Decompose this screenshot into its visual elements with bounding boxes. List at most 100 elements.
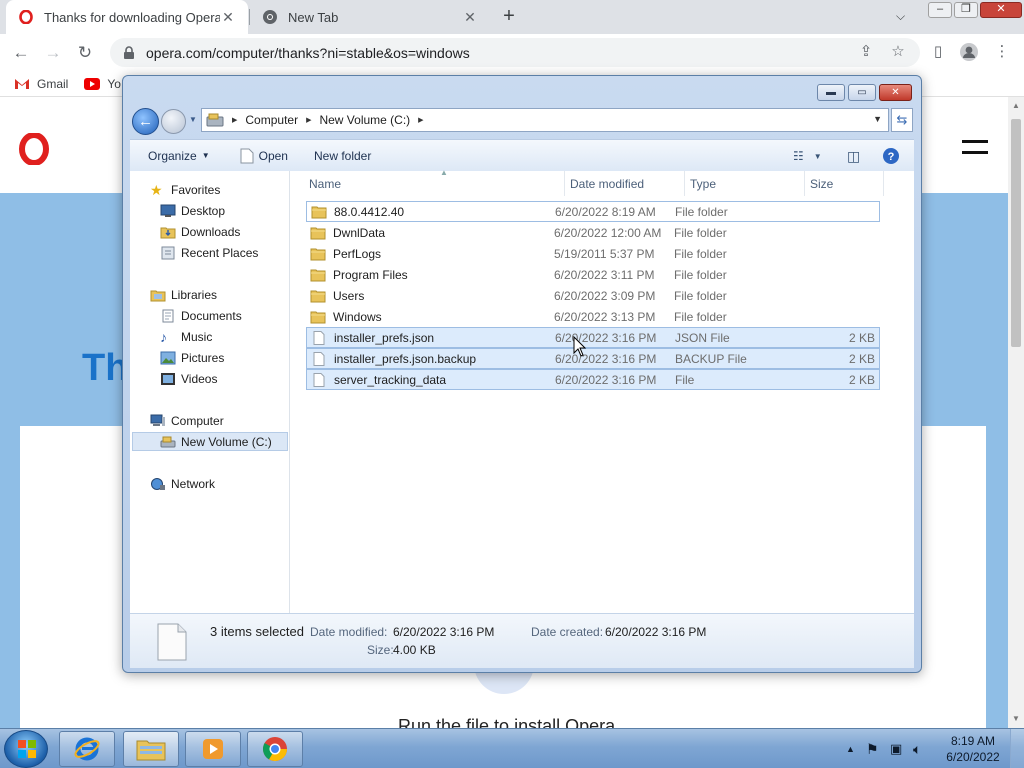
- new-tab-button[interactable]: +: [498, 6, 520, 28]
- new-folder-button[interactable]: New folder: [308, 149, 377, 163]
- folder-row[interactable]: Users 6/20/2022 3:09 PM File folder: [306, 285, 880, 306]
- breadcrumb-separator-icon[interactable]: ▶: [418, 116, 423, 124]
- nav-documents[interactable]: Documents: [160, 306, 242, 325]
- chevron-down-icon: ▼: [201, 151, 210, 160]
- column-label: Size: [810, 176, 834, 191]
- breadcrumb-separator-icon[interactable]: ▶: [232, 116, 237, 124]
- taskbar-internet-explorer[interactable]: [59, 731, 115, 767]
- nav-music[interactable]: ♪ Music: [160, 327, 212, 346]
- recent-pages-dropdown-icon[interactable]: ▼: [189, 115, 197, 124]
- bookmark-youtube[interactable]: Yo: [84, 77, 121, 91]
- tab-new-tab[interactable]: New Tab ✕: [250, 0, 490, 34]
- scrollbar-thumb[interactable]: [1011, 119, 1021, 347]
- start-button[interactable]: [4, 730, 48, 768]
- nav-favorites[interactable]: ★ Favorites: [150, 180, 220, 199]
- nav-recent-places[interactable]: Recent Places: [160, 243, 258, 262]
- column-header-size[interactable]: Size: [804, 171, 884, 196]
- volume-muted-icon[interactable]: 🔈︎: [913, 729, 921, 768]
- organize-button[interactable]: Organize ▼: [142, 149, 216, 163]
- close-tab-icon[interactable]: ✕: [220, 9, 236, 26]
- bookmark-star-icon[interactable]: ☆: [888, 42, 908, 62]
- show-hidden-icons-arrow-icon[interactable]: ▲: [846, 729, 855, 768]
- breadcrumb-new-volume[interactable]: New Volume (C:): [319, 113, 410, 127]
- taskbar-media-player[interactable]: [185, 731, 241, 767]
- action-center-flag-icon[interactable]: ⚑: [866, 729, 879, 768]
- nav-desktop[interactable]: Desktop: [160, 201, 225, 220]
- explorer-window: ▬ ▭ ✕ ← ▼ ▶ Computer ▶ New Volume (C:) ▶…: [122, 75, 922, 673]
- share-icon[interactable]: ⇪: [856, 42, 876, 62]
- profile-avatar-icon[interactable]: [959, 42, 979, 62]
- date-modified-cell: 6/20/2022 3:13 PM: [554, 309, 656, 324]
- nav-new-volume-c[interactable]: New Volume (C:): [132, 432, 288, 451]
- gmail-icon: [15, 78, 29, 89]
- selection-count: 3 items selected: [210, 624, 304, 639]
- breadcrumb-computer[interactable]: Computer: [245, 113, 298, 127]
- explorer-close-button[interactable]: ✕: [879, 84, 912, 101]
- folder-row[interactable]: Program Files 6/20/2022 3:11 PM File folde…: [306, 264, 880, 285]
- taskbar-chrome[interactable]: [247, 731, 303, 767]
- side-panel-icon[interactable]: ▯: [928, 42, 948, 62]
- tab-search-chevron-icon[interactable]: ⌵: [896, 9, 905, 24]
- preview-pane-icon[interactable]: ◫: [847, 146, 860, 166]
- reload-icon[interactable]: ↻: [72, 40, 98, 66]
- refresh-icon[interactable]: ⇆: [891, 108, 913, 132]
- nav-videos[interactable]: Videos: [160, 369, 217, 388]
- network-status-icon[interactable]: ▣: [890, 729, 902, 768]
- file-row[interactable]: installer_prefs.json.backup 6/20/2022 3:1…: [306, 348, 880, 369]
- file-name: Windows: [333, 309, 382, 324]
- nav-libraries[interactable]: Libraries: [150, 285, 217, 304]
- address-bar[interactable]: opera.com/computer/thanks?ni=stable&os=w…: [110, 38, 920, 67]
- menu-kebab-icon[interactable]: ⋮: [992, 42, 1012, 62]
- folder-row[interactable]: Windows 6/20/2022 3:13 PM File folder: [306, 306, 880, 327]
- explorer-minimize-button[interactable]: ▬: [817, 84, 845, 101]
- minimize-window-button[interactable]: –: [928, 2, 952, 18]
- nav-computer[interactable]: Computer: [150, 411, 224, 430]
- explorer-maximize-button[interactable]: ▭: [848, 84, 876, 101]
- nav-network[interactable]: Network: [150, 474, 215, 493]
- tab-opera-thanks[interactable]: Thanks for downloading Opera ✕: [6, 0, 248, 34]
- bookmark-gmail[interactable]: Gmail: [14, 77, 68, 91]
- size-cell: 2 KB: [848, 372, 875, 387]
- taskbar-clock[interactable]: 8:19 AM 6/20/2022: [942, 733, 1004, 765]
- restore-window-button[interactable]: ❐: [954, 2, 978, 18]
- opera-logo-icon[interactable]: [18, 133, 50, 165]
- forward-button[interactable]: [161, 109, 186, 134]
- show-desktop-button[interactable]: [1010, 729, 1024, 768]
- nav-downloads[interactable]: Downloads: [160, 222, 240, 241]
- open-label: Open: [258, 148, 288, 163]
- folder-icon: [310, 226, 333, 240]
- close-window-button[interactable]: ✕: [980, 2, 1022, 18]
- back-button[interactable]: ←: [132, 108, 159, 135]
- clock-time: 8:19 AM: [950, 734, 996, 748]
- nav-label: Libraries: [171, 287, 218, 302]
- hamburger-menu-icon[interactable]: [962, 140, 988, 162]
- media-player-icon: [203, 739, 223, 759]
- size-cell: 2 KB: [848, 330, 875, 345]
- folder-row[interactable]: PerfLogs 5/19/2011 5:37 PM File folder: [306, 243, 880, 264]
- folder-row[interactable]: 88.0.4412.40 6/20/2022 8:19 AM File folder: [306, 201, 880, 222]
- column-header-date-modified[interactable]: Date modified: [564, 171, 685, 196]
- forward-arrow-icon[interactable]: →: [40, 40, 66, 66]
- nav-label: Desktop: [181, 203, 226, 218]
- breadcrumb-separator-icon[interactable]: ▶: [306, 116, 311, 124]
- folder-row[interactable]: DwnlData 6/20/2022 12:00 AM File folder: [306, 222, 880, 243]
- nav-label: Videos: [181, 371, 218, 386]
- help-icon[interactable]: ?: [882, 146, 900, 166]
- scroll-up-arrow-icon[interactable]: ▲: [1012, 101, 1020, 110]
- close-tab-icon[interactable]: ✕: [462, 9, 478, 26]
- open-button[interactable]: Open: [234, 148, 294, 164]
- file-row[interactable]: installer_prefs.json 6/20/2022 3:16 PM JSO…: [306, 327, 880, 348]
- videos-icon: [161, 372, 175, 385]
- file-row[interactable]: server_tracking_data 6/20/2022 3:16 PM Fil…: [306, 369, 880, 390]
- column-header-type[interactable]: Type: [684, 171, 805, 196]
- view-options-icon[interactable]: ☷ ▼: [793, 146, 822, 166]
- back-arrow-icon[interactable]: ←: [8, 40, 34, 66]
- nav-pictures[interactable]: Pictures: [160, 348, 224, 367]
- column-header-name[interactable]: ▲ Name: [303, 168, 565, 196]
- nav-label: Recent Places: [181, 245, 259, 260]
- taskbar-file-explorer[interactable]: [123, 731, 179, 767]
- address-dropdown-icon[interactable]: ▼: [873, 114, 882, 124]
- explorer-address-bar[interactable]: ▶ Computer ▶ New Volume (C:) ▶ ▼: [201, 108, 889, 132]
- page-scrollbar[interactable]: ▲ ▼: [1008, 97, 1024, 728]
- scroll-down-arrow-icon[interactable]: ▼: [1012, 714, 1020, 723]
